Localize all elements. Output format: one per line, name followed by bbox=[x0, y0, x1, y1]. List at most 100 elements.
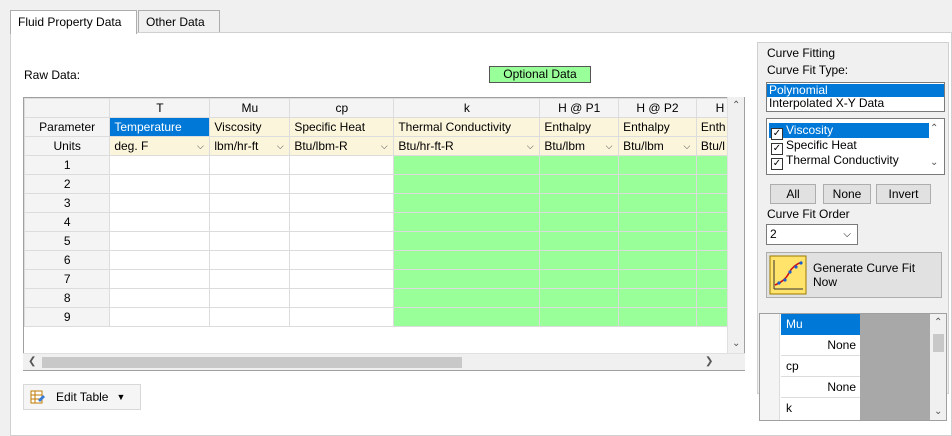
fit-summary-scrollbar[interactable]: ⌃ ⌄ bbox=[930, 314, 946, 420]
scroll-down-icon[interactable]: ⌄ bbox=[930, 157, 938, 168]
data-cell[interactable] bbox=[109, 174, 211, 194]
data-cell[interactable] bbox=[393, 212, 541, 232]
data-cell[interactable] bbox=[109, 193, 211, 213]
data-cell[interactable] bbox=[209, 250, 291, 270]
parameter-cell[interactable]: Thermal Conductivity bbox=[393, 117, 541, 137]
data-cell[interactable] bbox=[393, 269, 541, 289]
data-cell[interactable] bbox=[209, 193, 291, 213]
data-cell[interactable] bbox=[618, 231, 697, 251]
scroll-right-icon[interactable]: ❯ bbox=[705, 356, 713, 367]
data-cell[interactable] bbox=[618, 269, 697, 289]
select-all-button[interactable]: All bbox=[770, 184, 816, 204]
parameter-cell[interactable]: Enthalpy bbox=[539, 117, 620, 137]
data-cell[interactable] bbox=[289, 288, 395, 308]
parameter-cell[interactable]: Specific Heat bbox=[289, 117, 395, 137]
scroll-down-icon[interactable]: ⌄ bbox=[732, 338, 740, 349]
data-cell[interactable] bbox=[618, 155, 697, 175]
data-cell[interactable] bbox=[539, 307, 620, 327]
data-cell[interactable] bbox=[289, 174, 395, 194]
data-cell[interactable] bbox=[393, 193, 541, 213]
data-cell[interactable] bbox=[618, 174, 697, 194]
data-cell[interactable] bbox=[289, 250, 395, 270]
data-cell[interactable] bbox=[289, 155, 395, 175]
curve-fit-order-select[interactable]: 2 ⌵ bbox=[766, 224, 858, 245]
property-item-viscosity[interactable]: ✓ Viscosity bbox=[769, 123, 929, 140]
scroll-thumb[interactable] bbox=[42, 357, 462, 368]
data-cell[interactable] bbox=[539, 174, 620, 194]
parameter-cell[interactable]: Viscosity bbox=[209, 117, 291, 137]
property-item-specific-heat[interactable]: ✓ Specific Heat bbox=[769, 138, 929, 155]
chevron-down-icon[interactable]: ⌵ bbox=[273, 139, 287, 153]
curve-fit-type-list[interactable]: Polynomial Interpolated X-Y Data bbox=[766, 82, 945, 112]
data-cell[interactable] bbox=[393, 231, 541, 251]
chevron-down-icon[interactable]: ⌵ bbox=[602, 139, 616, 153]
data-cell[interactable] bbox=[209, 212, 291, 232]
data-cell[interactable] bbox=[539, 155, 620, 175]
data-cell[interactable] bbox=[289, 212, 395, 232]
data-cell[interactable] bbox=[289, 231, 395, 251]
data-cell[interactable] bbox=[618, 212, 697, 232]
column-header-h-p1[interactable]: H @ P1 bbox=[539, 98, 620, 118]
grid-vertical-scrollbar[interactable]: ⌃ ⌄ bbox=[727, 97, 744, 353]
fit-summary-value[interactable]: None bbox=[781, 335, 860, 356]
data-cell[interactable] bbox=[209, 231, 291, 251]
column-header-t[interactable]: T bbox=[109, 98, 211, 118]
data-cell[interactable] bbox=[209, 155, 291, 175]
units-dropdown[interactable]: deg. F ⌵ bbox=[109, 136, 211, 156]
data-cell[interactable] bbox=[109, 155, 211, 175]
chevron-down-icon[interactable]: ⌵ bbox=[680, 139, 694, 153]
property-item-thermal-conductivity[interactable]: ✓ Thermal Conductivity bbox=[769, 153, 929, 170]
data-cell[interactable] bbox=[289, 193, 395, 213]
curve-fit-properties-list[interactable]: ✓ Viscosity ✓ Specific Heat ✓ Thermal Condu… bbox=[766, 118, 945, 175]
data-cell[interactable] bbox=[393, 288, 541, 308]
checkbox-checked-icon[interactable]: ✓ bbox=[771, 158, 783, 170]
raw-data-grid[interactable]: T Mu cp k H @ P1 H @ P2 H Parameter Temp… bbox=[23, 97, 745, 371]
parameter-cell[interactable]: Temperature bbox=[109, 117, 211, 137]
units-dropdown[interactable]: Btu/lbm ⌵ bbox=[618, 136, 697, 156]
chevron-down-icon[interactable]: ⌵ bbox=[377, 139, 391, 153]
data-cell[interactable] bbox=[109, 212, 211, 232]
parameter-cell[interactable]: Enthalpy bbox=[618, 117, 697, 137]
select-none-button[interactable]: None bbox=[823, 184, 871, 204]
units-dropdown[interactable]: Btu/lbm ⌵ bbox=[539, 136, 620, 156]
column-header-k[interactable]: k bbox=[393, 98, 541, 118]
column-header-mu[interactable]: Mu bbox=[209, 98, 291, 118]
data-cell[interactable] bbox=[539, 250, 620, 270]
data-cell[interactable] bbox=[209, 307, 291, 327]
data-cell[interactable] bbox=[209, 174, 291, 194]
units-dropdown[interactable]: Btu/lbm-R ⌵ bbox=[289, 136, 395, 156]
scroll-thumb[interactable] bbox=[933, 334, 944, 352]
column-header-h-p2[interactable]: H @ P2 bbox=[618, 98, 697, 118]
chevron-down-icon[interactable]: ⌵ bbox=[193, 139, 207, 153]
data-cell[interactable] bbox=[109, 250, 211, 270]
data-cell[interactable] bbox=[109, 307, 211, 327]
fit-summary-value[interactable]: None bbox=[781, 377, 860, 398]
column-header-cp[interactable]: cp bbox=[289, 98, 395, 118]
data-cell[interactable] bbox=[289, 307, 395, 327]
tab-fluid-property-data[interactable]: Fluid Property Data bbox=[10, 10, 137, 34]
data-cell[interactable] bbox=[393, 250, 541, 270]
fit-summary-grid[interactable]: Mu None cp None k ⌃ ⌄ bbox=[759, 313, 947, 421]
data-cell[interactable] bbox=[618, 250, 697, 270]
data-cell[interactable] bbox=[539, 212, 620, 232]
tab-other-data[interactable]: Other Data bbox=[138, 10, 220, 33]
scroll-up-icon[interactable]: ⌃ bbox=[930, 123, 938, 134]
data-cell[interactable] bbox=[209, 288, 291, 308]
data-cell[interactable] bbox=[289, 269, 395, 289]
data-cell[interactable] bbox=[539, 269, 620, 289]
data-cell[interactable] bbox=[539, 288, 620, 308]
data-cell[interactable] bbox=[393, 174, 541, 194]
data-cell[interactable] bbox=[539, 231, 620, 251]
scroll-left-icon[interactable]: ❮ bbox=[28, 356, 36, 367]
data-cell[interactable] bbox=[618, 307, 697, 327]
data-cell[interactable] bbox=[209, 269, 291, 289]
fit-summary-label[interactable]: Mu bbox=[781, 314, 860, 335]
edit-table-button[interactable]: Edit Table ▼ bbox=[23, 384, 141, 410]
scroll-up-icon[interactable]: ⌃ bbox=[732, 100, 740, 111]
data-cell[interactable] bbox=[109, 269, 211, 289]
chevron-down-icon[interactable]: ⌵ bbox=[523, 139, 537, 153]
fit-summary-label[interactable]: cp bbox=[781, 356, 860, 377]
data-cell[interactable] bbox=[618, 193, 697, 213]
data-cell[interactable] bbox=[109, 288, 211, 308]
scroll-up-icon[interactable]: ⌃ bbox=[934, 317, 942, 328]
